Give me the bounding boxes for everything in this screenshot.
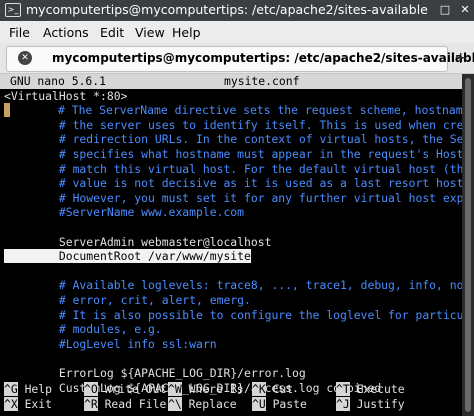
editor-line: # Available loglevels: trace8, ..., trac… [4, 278, 474, 293]
editor-line: # The ServerName directive sets the requ… [4, 103, 474, 118]
editor-line: # value is not decisive as it is used as… [4, 176, 474, 191]
close-button[interactable]: ✕ [458, 3, 472, 17]
editor-line: ServerAdmin webmaster@localhost [4, 234, 272, 250]
shortcut-key: ^X [4, 396, 18, 411]
shortcut-paste[interactable]: ^U Paste [252, 396, 307, 412]
menu-edit[interactable]: Edit [100, 25, 124, 40]
shortcut-replace[interactable]: ^\ Replace [168, 396, 237, 412]
tab-close-icon[interactable]: ✕ [18, 51, 32, 65]
scrollbar-thumb[interactable] [465, 78, 471, 412]
highlighted-line-text: DocumentRoot /var/www/mysite [4, 249, 251, 264]
shortcut-read-file[interactable]: ^R Read File [84, 396, 167, 412]
editor-line: ErrorLog ${APACHE_LOG_DIR}/error.log [4, 366, 306, 381]
shortcut-label: Replace [181, 396, 237, 411]
line-text: # redirection URLs. In the context of vi… [4, 132, 471, 147]
nano-version: GNU nano 5.6.1 [10, 74, 107, 88]
line-text: # value is not decisive as it is used as… [4, 176, 471, 191]
nano-filename: mysite.conf [224, 74, 300, 88]
line-text: #LogLevel info ssl:warn [4, 336, 217, 351]
editor-line: #LogLevel info ssl:warn [4, 337, 217, 352]
shortcut-label: Help [17, 382, 53, 396]
shortcut-key: ^K [252, 382, 266, 396]
shortcut-exit[interactable]: ^X Exit [4, 396, 53, 412]
tab-label: mycomputertips@mycomputertips: /etc/apac… [52, 51, 474, 65]
editor-line: # the server uses to identify itself. Th… [4, 117, 474, 133]
editor-line: # error, crit, alert, emerg. [4, 293, 251, 308]
shortcut-label: Exit [17, 396, 53, 411]
line-text: # Available loglevels: trace8, ..., trac… [4, 278, 471, 293]
shortcut-key: ^R [84, 396, 98, 411]
terminal-tab[interactable]: ✕ mycomputertips@mycomputertips: /etc/ap… [6, 46, 474, 72]
editor-line: # redirection URLs. In the context of vi… [4, 132, 474, 147]
line-text: # However, you must set it for any furth… [4, 190, 471, 205]
shortcut-key: ^T [336, 382, 350, 396]
tab-bar: ✕ mycomputertips@mycomputertips: /etc/ap… [0, 43, 474, 74]
shortcut-label: Justify [349, 396, 405, 411]
shortcut-where-is[interactable]: ^W Where Is [168, 382, 243, 397]
shortcut-key: ^G [4, 382, 18, 396]
line-text: # error, crit, alert, emerg. [4, 293, 251, 307]
shortcut-write-out[interactable]: ^O Write Out [84, 382, 166, 397]
editor-line: # However, you must set it for any furth… [4, 190, 474, 206]
shortcut-label: Where Is [181, 382, 244, 396]
terminal-area[interactable]: GNU nano 5.6.1 mysite.conf <VirtualHost … [0, 74, 474, 416]
shortcut-label: Write Out [97, 382, 167, 396]
editor-line: # It is also possible to configure the l… [4, 307, 474, 323]
shortcut-label: Execute [349, 382, 405, 396]
editor-line: DocumentRoot /var/www/mysite [4, 249, 251, 264]
menu-actions[interactable]: Actions [43, 25, 89, 40]
line-text: ServerAdmin webmaster@localhost [4, 234, 272, 249]
minimize-button[interactable]: – [418, 3, 432, 17]
menu-help[interactable]: Help [172, 25, 201, 40]
shortcut-label: Read File [97, 396, 167, 411]
menu-bar: File Actions Edit View Help [0, 21, 474, 43]
line-text: # match this virtual host. For the defau… [4, 161, 471, 176]
shortcut-cut[interactable]: ^K Cut [252, 382, 293, 397]
shortcut-execute[interactable]: ^T Execute [336, 382, 405, 397]
window-title-bar: >_ mycomputertips@mycomputertips: /etc/a… [0, 0, 474, 21]
terminal-scrollbar[interactable] [462, 74, 474, 416]
line-text: # specifies what hostname must appear in… [4, 147, 471, 161]
shortcut-label: Paste [265, 396, 307, 411]
shortcut-key: ^O [84, 382, 98, 396]
menu-file[interactable]: File [9, 25, 30, 40]
shortcut-key: ^J [336, 396, 350, 411]
line-text: # The ServerName directive sets the requ… [10, 103, 470, 118]
menu-view[interactable]: View [135, 25, 165, 40]
terminal-icon: >_ [5, 3, 21, 17]
nano-header: GNU nano 5.6.1 mysite.conf [0, 74, 462, 89]
editor-line: # modules, e.g. [4, 322, 162, 337]
new-tab-icon[interactable]: + [454, 50, 470, 66]
maximize-button[interactable]: □ [438, 3, 452, 17]
shortcut-key: ^\ [168, 396, 182, 411]
line-text: # It is also possible to configure the l… [4, 307, 471, 322]
line-text: #ServerName www.example.com [4, 205, 245, 220]
line-text: ErrorLog ${APACHE_LOG_DIR}/error.log [4, 366, 306, 380]
editor-line: <VirtualHost *:80> [4, 89, 127, 104]
window-title: mycomputertips@mycomputertips: /etc/apac… [26, 2, 428, 17]
shortcut-help[interactable]: ^G Help [4, 382, 52, 397]
editor-line: # specifies what hostname must appear in… [4, 147, 474, 162]
shortcut-label: Cut [265, 382, 294, 396]
shortcut-justify[interactable]: ^J Justify [336, 396, 405, 412]
line-text: # the server uses to identify itself. Th… [4, 117, 471, 132]
editor-line: #ServerName www.example.com [4, 205, 244, 220]
shortcut-key: ^U [252, 396, 266, 411]
line-text: # modules, e.g. [4, 322, 162, 337]
line-text: <VirtualHost *:80> [4, 88, 128, 103]
editor-line: # match this virtual host. For the defau… [4, 161, 474, 177]
shortcut-key: ^W [168, 382, 182, 396]
